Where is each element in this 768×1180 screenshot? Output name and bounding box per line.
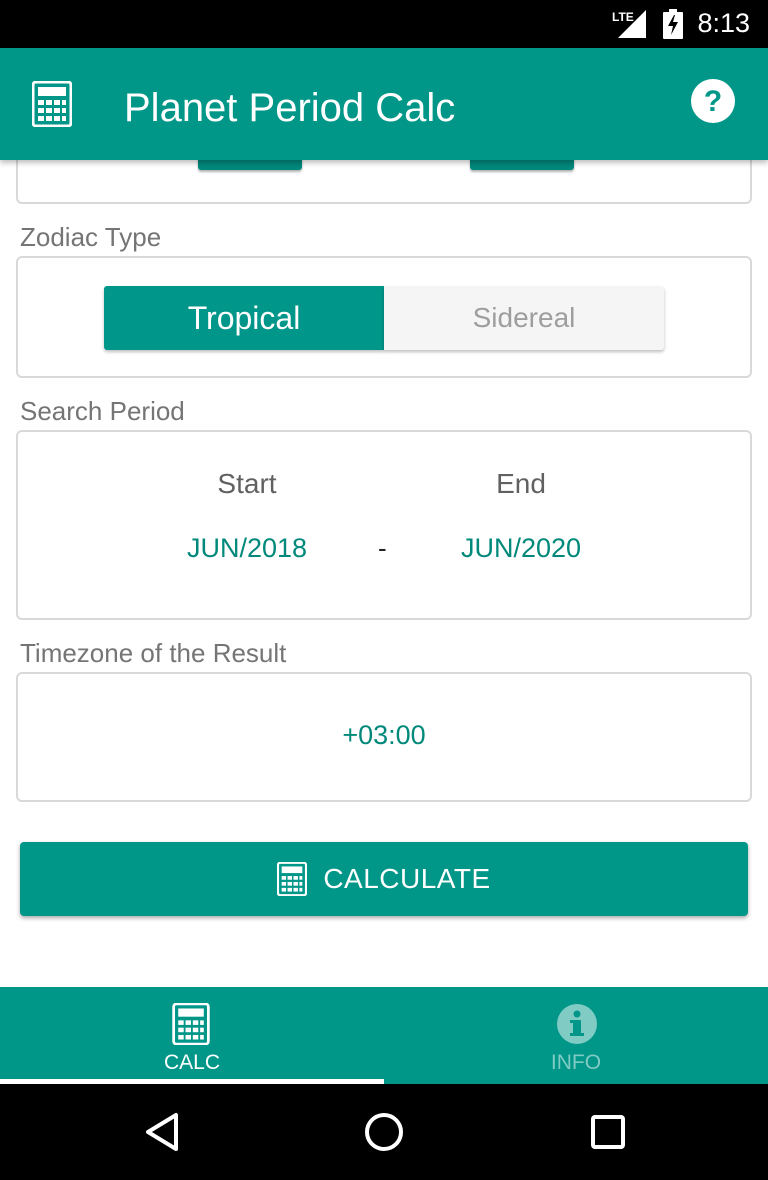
calculate-button[interactable]: CALCULATE: [20, 842, 748, 916]
calculator-icon: [172, 1003, 210, 1045]
back-icon[interactable]: [144, 1112, 180, 1152]
home-icon[interactable]: [364, 1112, 404, 1152]
app-title: Planet Period Calc: [124, 86, 456, 130]
recents-icon[interactable]: [590, 1112, 626, 1152]
end-date-picker[interactable]: JUN/2020: [421, 533, 621, 564]
zodiac-type-label: Zodiac Type: [20, 222, 162, 252]
search-period-card: [16, 430, 752, 620]
app-bar: Planet Period Calc ?: [0, 48, 768, 160]
battery-charging-icon: [663, 9, 683, 39]
search-period-label: Search Period: [20, 396, 185, 426]
nav-tab-info[interactable]: INFO: [384, 987, 768, 1084]
start-label: Start: [217, 468, 277, 499]
calculate-button-label: CALCULATE: [323, 863, 491, 894]
zodiac-option-tropical[interactable]: Tropical: [104, 286, 384, 350]
info-icon: [557, 1004, 597, 1044]
clock: 8:13: [697, 8, 750, 38]
end-label: End: [496, 468, 546, 499]
network-type-label: LTE: [612, 10, 634, 24]
svg-text:?: ?: [704, 85, 722, 118]
timezone-label: Timezone of the Result: [20, 638, 287, 668]
nav-tab-calc[interactable]: CALC: [0, 987, 384, 1084]
nav-tab-calc-label: CALC: [163, 1051, 221, 1074]
status-bar: LTE 8:13: [0, 0, 768, 48]
bottom-navigation: CALC INFO: [0, 987, 768, 1084]
start-date-picker[interactable]: JUN/2018: [147, 533, 347, 564]
help-icon[interactable]: ?: [690, 78, 736, 124]
timezone-picker[interactable]: +03:00: [16, 720, 752, 751]
zodiac-option-sidereal[interactable]: Sidereal: [384, 286, 664, 350]
calculator-icon: [277, 862, 308, 896]
calculator-icon: [32, 81, 72, 127]
nav-tab-info-label: INFO: [550, 1051, 602, 1074]
period-separator: -: [378, 533, 387, 563]
system-navigation-bar: [0, 1084, 768, 1180]
